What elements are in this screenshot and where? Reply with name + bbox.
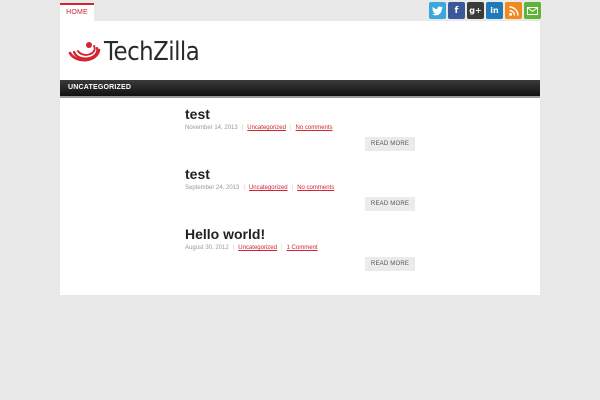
meta-separator: | [291,185,294,191]
meta-separator: | [243,185,245,191]
post-item: test November 14, 2013 | Uncategorized |… [185,106,415,151]
read-more-button[interactable]: READ MORE [365,137,415,151]
post-item: Hello world! August 30, 2012 | Uncategor… [185,226,415,271]
post-title[interactable]: test [185,106,415,122]
main-container: TechZilla UNCATEGORIZED test November 14… [60,21,540,295]
meta-separator: | [289,125,292,131]
post-title[interactable]: Hello world! [185,226,415,242]
post-meta: August 30, 2012 | Uncategorized | 1 Comm… [185,245,415,251]
social-icons: f g+ in [429,2,541,19]
meta-separator: | [232,245,235,251]
rss-icon[interactable] [505,2,522,19]
post-item: test September 24, 2013 | Uncategorized … [185,166,415,211]
site-logo[interactable]: TechZilla [68,34,212,70]
meta-separator: | [241,125,244,131]
read-more-button[interactable]: READ MORE [365,197,415,211]
post-category-link[interactable]: Uncategorized [238,245,277,251]
top-bar: HOME f g+ in [60,0,541,22]
nav-item-uncategorized[interactable]: UNCATEGORIZED [68,80,131,96]
nav-home-tab[interactable]: HOME [60,3,94,22]
post-comments-link[interactable]: 1 Comment [287,245,318,251]
post-date: November 14, 2013 [185,125,238,131]
linkedin-icon[interactable]: in [486,2,503,19]
logo-text: TechZilla [104,37,200,67]
post-meta: November 14, 2013 | Uncategorized | No c… [185,125,415,131]
post-date: August 30, 2012 [185,245,229,251]
logo-swirl-icon [68,42,101,62]
post-title[interactable]: test [185,166,415,182]
post-comments-link[interactable]: No comments [297,185,334,191]
category-bar: UNCATEGORIZED [60,80,540,98]
email-icon[interactable] [524,2,541,19]
post-date: September 24, 2013 [185,185,240,191]
post-category-link[interactable]: Uncategorized [249,185,288,191]
googleplus-icon[interactable]: g+ [467,2,484,19]
twitter-icon[interactable] [429,2,446,19]
meta-separator: | [280,245,283,251]
post-meta: September 24, 2013 | Uncategorized | No … [185,185,415,191]
post-comments-link[interactable]: No comments [296,125,333,131]
facebook-icon[interactable]: f [448,2,465,19]
read-more-button[interactable]: READ MORE [365,257,415,271]
post-category-link[interactable]: Uncategorized [247,125,286,131]
